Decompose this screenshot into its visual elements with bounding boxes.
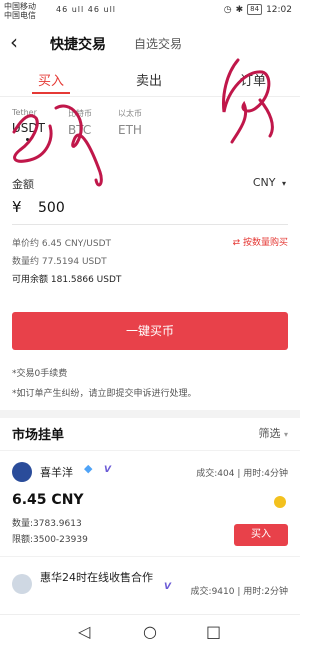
coin-symbol: BTC xyxy=(68,123,92,137)
merchant-name: 惠华24时在线收售合作 xyxy=(40,571,153,584)
coin-name: Tether xyxy=(12,108,37,117)
tab-custom-trade[interactable]: 自选交易 xyxy=(134,35,182,52)
swap-icon: ⇄ xyxy=(232,238,241,248)
filter-label: 筛选 xyxy=(258,427,281,440)
unit-price-text: 单价约 6.45 CNY/USDT xyxy=(12,239,112,249)
vip-badge-icon: V xyxy=(164,582,171,592)
tab-orders[interactable]: 订单 xyxy=(240,70,266,89)
coin-btc[interactable]: 比特币 BTC xyxy=(68,108,92,137)
payment-icon xyxy=(274,496,286,508)
trade-tabs: 买入 卖出 订单 xyxy=(0,66,300,96)
amount-value: 500 xyxy=(38,200,65,216)
tab-buy[interactable]: 买入 xyxy=(38,70,64,89)
alarm-icon: ◷ xyxy=(223,4,232,15)
quantity-text: 数量约 77.5194 USDT xyxy=(12,257,107,267)
carrier-1: 中国移动 xyxy=(4,2,36,11)
active-coin-dot xyxy=(26,138,29,141)
coin-symbol: ETH xyxy=(118,123,142,137)
tab-sell[interactable]: 卖出 xyxy=(136,70,162,89)
section-divider xyxy=(0,410,300,418)
buy-by-quantity-label: 按数量购买 xyxy=(242,238,288,248)
avatar xyxy=(12,574,32,594)
page-title: 快捷交易 xyxy=(50,37,106,53)
one-click-buy-button[interactable]: 一键买币 xyxy=(12,312,288,350)
coin-name: 比特币 xyxy=(68,109,92,118)
nav-recent-icon[interactable]: □ xyxy=(206,623,221,641)
yen-symbol: ¥ xyxy=(12,198,22,216)
back-icon[interactable]: ‹ xyxy=(10,30,18,54)
merchant-limit: 限额:3500-23939 xyxy=(12,535,88,545)
clock: 12:02 xyxy=(266,4,292,15)
merchant-stats: 成交:404 | 用时:4分钟 xyxy=(196,469,288,479)
vip-badge-icon: V xyxy=(104,465,111,475)
filter-button[interactable]: 筛选 ▾ xyxy=(258,425,288,441)
divider xyxy=(0,556,300,557)
active-tab-indicator xyxy=(32,92,70,94)
coin-eth[interactable]: 以太币 ETH xyxy=(118,108,142,137)
buy-by-quantity-link[interactable]: ⇄ 按数量购买 xyxy=(233,235,288,248)
divider xyxy=(0,96,300,97)
signal-icon: 46 ull 46 ull xyxy=(56,5,117,14)
market-title: 市场挂单 xyxy=(12,428,65,443)
carrier-2: 中国电信 xyxy=(4,11,36,20)
diamond-badge-icon: ◆ xyxy=(84,462,93,475)
merchant-quantity: 数量:3783.9613 xyxy=(12,519,82,529)
dispute-note: *如订单产生纠纷，请立即提交申诉进行处理。 xyxy=(12,389,197,399)
divider xyxy=(12,224,288,225)
coin-selector: Tether USDT 比特币 BTC 以太币 ETH xyxy=(0,108,300,158)
nav-back-icon[interactable]: ◁ xyxy=(78,623,90,641)
merchant-stats: 成交:9410 | 用时:2分钟 xyxy=(190,587,288,597)
avatar xyxy=(12,462,32,482)
bluetooth-icon: ✱ xyxy=(235,4,244,15)
amount-label: 金额 xyxy=(12,178,34,191)
coin-name: 以太币 xyxy=(118,109,142,118)
divider xyxy=(0,450,300,451)
chevron-down-icon: ▾ xyxy=(281,179,286,188)
carrier-info: 中国移动 中国电信 xyxy=(4,2,36,20)
filter-icon: ▾ xyxy=(283,430,288,439)
coin-usdt[interactable]: Tether USDT xyxy=(12,108,45,135)
system-nav-bar: ◁ ○ □ xyxy=(0,614,300,650)
nav-home-icon[interactable]: ○ xyxy=(143,623,157,641)
merchant-buy-button[interactable]: 买入 xyxy=(234,524,288,546)
currency-label: CNY xyxy=(252,176,276,189)
merchant-price: 6.45 CNY xyxy=(12,492,84,508)
currency-selector[interactable]: CNY ▾ xyxy=(253,176,286,189)
balance-text: 可用余额 181.5866 USDT xyxy=(12,275,122,285)
status-right: ◷ ✱ 84 12:02 xyxy=(224,4,292,15)
amount-input[interactable]: ¥ 500 xyxy=(12,198,65,216)
app-header: ‹ 快捷交易 自选交易 xyxy=(0,28,300,58)
status-bar: 中国移动 中国电信 46 ull 46 ull ◷ ✱ 84 12:02 xyxy=(0,0,300,22)
battery-icon: 84 xyxy=(247,4,263,15)
fee-note: *交易0手续费 xyxy=(12,369,68,379)
merchant-name: 喜羊洋 xyxy=(40,466,73,479)
coin-symbol: USDT xyxy=(12,121,45,135)
